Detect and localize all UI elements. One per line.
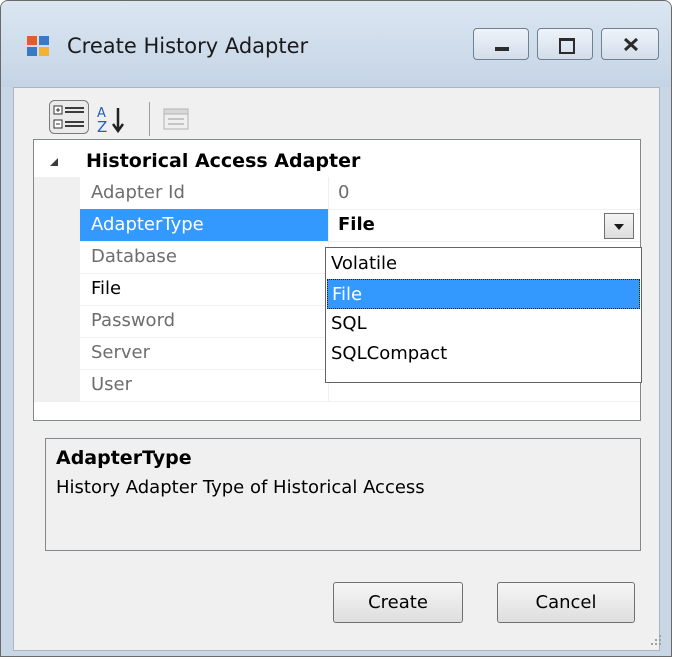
description-panel: AdapterType History Adapter Type of Hist… bbox=[45, 438, 641, 551]
app-icon bbox=[27, 36, 53, 58]
property-name: Server bbox=[91, 342, 151, 363]
description-title: AdapterType bbox=[56, 447, 192, 469]
property-pages-button[interactable] bbox=[161, 105, 193, 135]
chevron-down-icon bbox=[614, 224, 624, 230]
property-value: 0 bbox=[338, 182, 350, 203]
dropdown-option-selected[interactable]: File bbox=[327, 279, 640, 309]
category-row[interactable]: Historical Access Adapter bbox=[34, 145, 640, 177]
property-row-adapter-type[interactable]: AdapterType File bbox=[34, 209, 640, 242]
title-bar[interactable]: Create History Adapter bbox=[1, 1, 671, 87]
close-button[interactable] bbox=[601, 28, 659, 60]
maximize-icon bbox=[559, 38, 575, 54]
property-name: AdapterType bbox=[80, 209, 328, 241]
property-name: Database bbox=[91, 246, 177, 267]
cancel-button[interactable]: Cancel bbox=[497, 582, 635, 623]
close-icon bbox=[623, 37, 639, 52]
property-value[interactable]: File bbox=[329, 209, 640, 241]
categorized-button[interactable] bbox=[46, 98, 98, 136]
dropdown-option[interactable]: SQL bbox=[327, 309, 640, 339]
toolbar-separator bbox=[149, 102, 150, 136]
dropdown-option[interactable]: Volatile bbox=[327, 249, 640, 279]
create-button[interactable]: Create bbox=[333, 582, 463, 623]
categorized-view-icon bbox=[49, 100, 89, 134]
property-name: User bbox=[91, 374, 133, 395]
window-title: Create History Adapter bbox=[67, 34, 309, 58]
property-name: Password bbox=[91, 310, 176, 331]
dialog-window: Create History Adapter A Z Historical Ac… bbox=[0, 0, 672, 657]
grid-margin bbox=[34, 177, 80, 402]
dropdown-button[interactable] bbox=[604, 213, 634, 239]
description-text: History Adapter Type of Historical Acces… bbox=[56, 477, 425, 498]
property-row-adapter-id[interactable]: Adapter Id 0 bbox=[34, 177, 640, 210]
dropdown-option[interactable]: SQLCompact bbox=[327, 339, 640, 369]
property-name: File bbox=[91, 278, 122, 299]
property-pages-icon bbox=[163, 108, 189, 130]
minimize-icon bbox=[495, 47, 509, 51]
category-label: Historical Access Adapter bbox=[86, 150, 361, 172]
alphabetical-button[interactable]: A Z bbox=[94, 104, 130, 136]
maximize-button[interactable] bbox=[537, 28, 593, 60]
sort-alphabetical-icon: A Z bbox=[97, 106, 125, 136]
minimize-button[interactable] bbox=[473, 28, 529, 60]
resize-grip-icon[interactable] bbox=[649, 633, 663, 647]
svg-text:Z: Z bbox=[97, 118, 107, 136]
property-name: Adapter Id bbox=[91, 182, 185, 203]
collapse-icon[interactable] bbox=[48, 156, 60, 168]
adapter-type-dropdown-list[interactable]: Volatile File SQL SQLCompact bbox=[325, 247, 642, 383]
